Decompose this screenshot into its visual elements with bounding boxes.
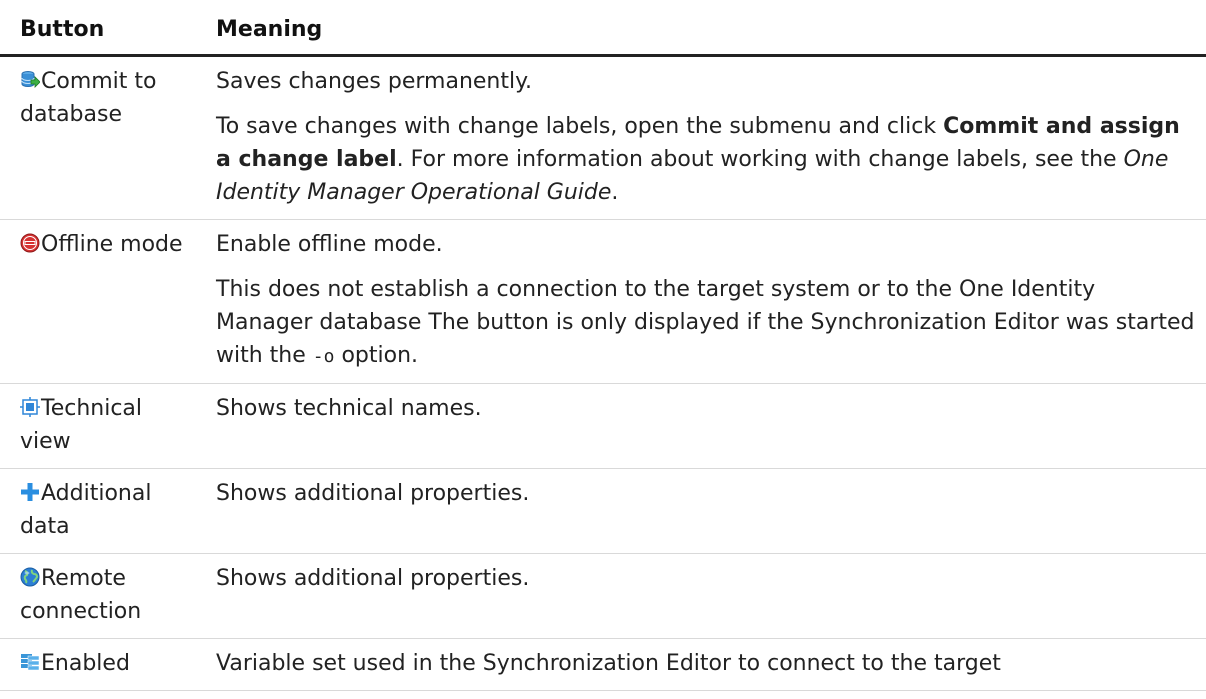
header-button: Button (0, 0, 200, 57)
meaning-cell: Enable offline mode. This does not estab… (200, 219, 1206, 384)
button-cell: Additional data (0, 468, 200, 554)
button-cell: Enabled (0, 638, 200, 691)
meaning-text: Shows technical names. (216, 396, 482, 421)
button-label: Commit to database (20, 69, 157, 127)
meaning-text: Shows additional properties. (216, 481, 530, 506)
meaning-cell: Shows additional properties. (200, 468, 1206, 554)
meaning-text: Saves changes permanently. (216, 69, 532, 94)
meaning-text: Enable offline mode. (216, 232, 443, 257)
table-row: Remote connection Shows additional prope… (0, 553, 1206, 639)
meaning-note: This does not establish a connection to … (216, 277, 1195, 368)
button-label: Offline mode (41, 232, 183, 257)
meaning-text: Variable set used in the Synchronization… (216, 651, 1001, 676)
button-meaning-table: Button Meaning Commit to database Saves … (0, 0, 1206, 691)
technical-view-icon (20, 394, 40, 417)
button-cell: Technical view (0, 383, 200, 469)
meaning-cell: Saves changes permanently. To save chang… (200, 55, 1206, 220)
button-cell: Remote connection (0, 553, 200, 639)
table-header-row: Button Meaning (0, 0, 1206, 57)
meaning-cell: Variable set used in the Synchronization… (200, 638, 1206, 691)
variable-set-icon (20, 649, 40, 671)
table-row: Offline mode Enable offline mode. This d… (0, 219, 1206, 384)
meaning-cell: Shows additional properties. (200, 553, 1206, 639)
table-row: Technical view Shows technical names. (0, 383, 1206, 469)
option-code: -o (312, 346, 335, 367)
button-label: Enabled (41, 651, 130, 676)
table-row: Enabled Variable set used in the Synchro… (0, 638, 1206, 691)
button-cell: Commit to database (0, 55, 200, 220)
commit-database-icon (20, 67, 41, 88)
meaning-note: To save changes with change labels, open… (216, 114, 1180, 205)
meaning-cell: Shows technical names. (200, 383, 1206, 469)
header-meaning: Meaning (200, 0, 1206, 57)
meaning-text: Shows additional properties. (216, 566, 530, 591)
stop-icon (20, 230, 40, 253)
button-cell: Offline mode (0, 219, 200, 384)
globe-icon (20, 564, 40, 587)
table-row: Additional data Shows additional propert… (0, 468, 1206, 554)
table-row: Commit to database Saves changes permane… (0, 55, 1206, 220)
plus-icon (20, 479, 40, 501)
